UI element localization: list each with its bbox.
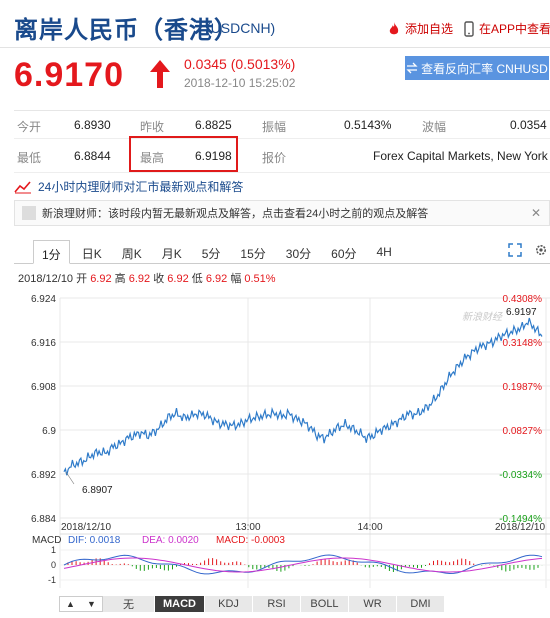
indicator-tab[interactable]: KDJ (205, 596, 253, 612)
stats-row: 今开 6.8930 昨收 6.8825 振幅 0.5143% 波幅 0.0354 (14, 111, 550, 139)
arrow-up-icon[interactable]: ▲ (66, 599, 75, 609)
tab-period[interactable]: 30分 (278, 240, 319, 264)
amplitude-label: 振幅 (262, 120, 287, 134)
ohlc-low: 6.92 (205, 273, 228, 285)
advisor-news-item[interactable]: 新浪理财师：该时段内暂无最新观点及解答，点击查看24小时之前的观点及解答 ✕ (14, 200, 550, 226)
prev-close-label: 昨收 (140, 120, 165, 134)
x-tick-label: 2018/12/10 (61, 522, 111, 533)
indicator-tab[interactable]: 无 (103, 596, 155, 612)
x-tick-label: 2018/12/10 (495, 522, 545, 533)
macd-dea-label: DEA: 0.0020 (142, 535, 199, 546)
tab-period[interactable]: 日K (74, 240, 110, 264)
y-tick-label: 6.908 (31, 382, 56, 393)
y-pct-tick-label: 0.0827% (503, 426, 543, 437)
reverse-rate-button[interactable]: 查看反向汇率 CNHUSD (405, 56, 549, 80)
x-tick-label: 14:00 (357, 522, 382, 533)
view-in-app-button[interactable]: 在APP中查看 (462, 20, 550, 37)
quote-source-value: Forex Capital Markets, New York (373, 149, 548, 163)
y-pct-tick-label: -0.0334% (499, 470, 542, 481)
indicator-scroll[interactable]: ▲ ▼ (59, 596, 103, 612)
high-highlight-box (129, 136, 238, 172)
ohlc-date: 2018/12/10 (18, 273, 74, 285)
prev-close-value: 6.8825 (195, 118, 232, 132)
price-change: 0.0345 (0.5013%) (184, 56, 296, 72)
intraday-chart[interactable]: 新浪财经 6.924 0.4308% 6.916 0.3148% 6.908 0.1987… (0, 286, 550, 592)
ohlc-open-label: 开 (76, 273, 88, 285)
y-tick-label: 6.924 (31, 294, 56, 305)
tab-period[interactable]: 15分 (232, 240, 273, 264)
tab-period[interactable]: 周K (114, 240, 150, 264)
advisor-news-heading[interactable]: 24小时内理财师对汇市最新观点和解答 (14, 178, 243, 195)
trend-chart-icon (14, 180, 31, 193)
arrow-down-icon[interactable]: ▼ (87, 599, 96, 609)
open-value: 6.8930 (74, 118, 111, 132)
quote-source-label: 报价 (262, 151, 287, 165)
y-tick-label: 6.892 (31, 470, 56, 481)
indicator-tab[interactable]: WR (349, 596, 397, 612)
indicator-tab[interactable]: RSI (253, 596, 301, 612)
tab-period[interactable]: 4H (369, 240, 400, 264)
add-watchlist-label: 添加自选 (405, 22, 454, 36)
wave-value: 0.0354 (510, 118, 547, 132)
indicator-tab[interactable]: MACD (155, 596, 205, 612)
ohlc-high: 6.92 (128, 273, 151, 285)
current-price: 6.9170 (14, 56, 124, 94)
indicator-tabs: 无 MACD KDJ RSI BOLL WR DMI (59, 596, 445, 612)
ticker-symbol: (USDCNH) (206, 20, 276, 36)
indicator-tab[interactable]: DMI (397, 596, 445, 612)
y-tick-label: 6.916 (31, 338, 56, 349)
y-pct-tick-label: 0.1987% (503, 382, 543, 393)
macd-y-tick: 1 (51, 545, 56, 555)
phone-icon (464, 20, 474, 37)
y-tick-label: 6.9 (42, 426, 56, 437)
close-icon[interactable]: ✕ (531, 206, 541, 220)
macd-dif-label: DIF: 0.0018 (68, 535, 121, 546)
ohlc-amp-label: 幅 (230, 273, 242, 285)
low-value: 6.8844 (74, 149, 111, 163)
macd-value-label: MACD: -0.0003 (216, 535, 285, 546)
wave-label: 波幅 (422, 120, 447, 134)
macd-name: MACD (32, 535, 61, 546)
tab-period[interactable]: 5分 (194, 240, 229, 264)
y-pct-tick-label: 0.4308% (503, 294, 543, 305)
ohlc-close: 6.92 (167, 273, 189, 285)
ohlc-low-label: 低 (191, 273, 203, 285)
tab-period[interactable]: 1分 (33, 240, 70, 264)
ohlc-readout: 2018/12/10 开 6.92 高 6.92 收 6.92 低 6.92 幅… (18, 270, 276, 286)
max-annotation: 6.9197 (506, 307, 537, 318)
indicator-tab[interactable]: BOLL (301, 596, 349, 612)
y-tick-label: 6.884 (31, 514, 56, 525)
stats-row: 最低 6.8844 最高 6.9198 报价 Forex Capital Mar… (14, 139, 550, 173)
open-label: 今开 (17, 120, 42, 134)
period-tabs: 1分 日K 周K 月K 5分 15分 30分 60分 4H (33, 240, 404, 264)
advisor-news-text: 新浪理财师：该时段内暂无最新观点及解答，点击查看24小时之前的观点及解答 (42, 208, 429, 220)
add-watchlist-button[interactable]: 添加自选 (386, 20, 453, 37)
view-in-app-label: 在APP中查看 (479, 22, 550, 36)
flame-icon (389, 21, 399, 34)
settings-icon[interactable] (534, 243, 548, 257)
ohlc-high-label: 高 (114, 273, 126, 285)
low-label: 最低 (17, 151, 42, 165)
chart-watermark: 新浪财经 (462, 311, 503, 323)
x-tick-label: 13:00 (235, 522, 260, 533)
macd-y-tick: 0 (51, 560, 56, 570)
fullscreen-icon[interactable] (508, 243, 522, 257)
swap-icon (406, 62, 418, 74)
header: 离岸人民币（香港） (USDCNH) 添加自选 在APP中查看 (0, 0, 550, 48)
up-arrow-icon (150, 60, 170, 88)
macd-y-tick: -1 (48, 575, 56, 585)
tab-period[interactable]: 月K (154, 240, 190, 264)
y-pct-tick-label: 0.3148% (503, 338, 543, 349)
stats-table: 今开 6.8930 昨收 6.8825 振幅 0.5143% 波幅 0.0354… (14, 110, 550, 173)
ohlc-open: 6.92 (90, 273, 112, 285)
quote-timestamp: 2018-12-10 15:25:02 (184, 76, 296, 90)
ohlc-close-label: 收 (153, 273, 165, 285)
amplitude-value: 0.5143% (344, 118, 392, 132)
tab-period[interactable]: 60分 (323, 240, 364, 264)
ohlc-amp: 0.51% (244, 273, 276, 285)
min-annotation: 6.8907 (82, 485, 113, 496)
avatar (22, 206, 36, 220)
reverse-rate-label: 查看反向汇率 CNHUSD (421, 61, 548, 76)
advisor-news-heading-text: 24小时内理财师对汇市最新观点和解答 (38, 180, 244, 194)
